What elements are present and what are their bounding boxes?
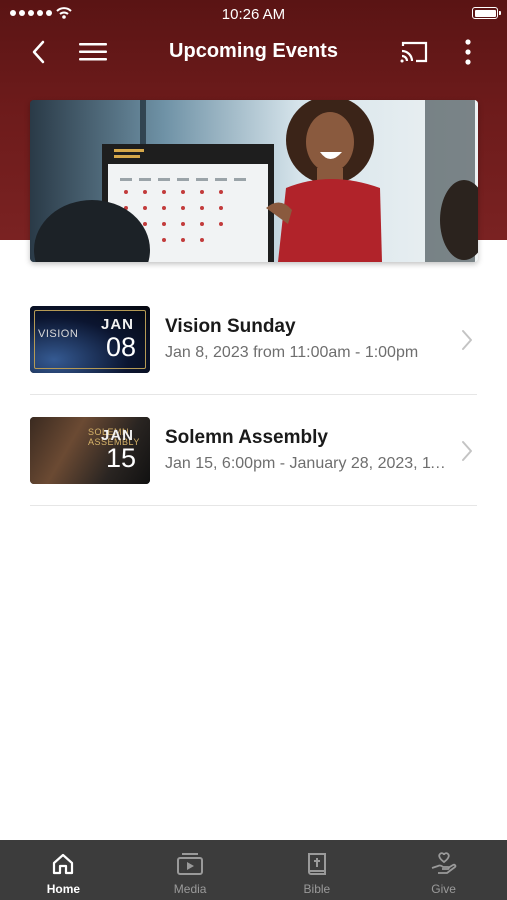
hamburger-icon <box>79 43 107 61</box>
cast-icon <box>400 41 428 63</box>
give-icon <box>431 852 456 874</box>
tab-home[interactable]: Home <box>0 840 127 900</box>
tab-give[interactable]: Give <box>380 840 507 900</box>
nav-bar: Upcoming Events <box>0 28 507 76</box>
home-icon <box>53 853 74 875</box>
event-item-vision-sunday[interactable]: VISION JAN 08 Vision Sunday Jan 8, 2023 … <box>30 284 477 395</box>
media-icon <box>177 853 204 875</box>
chevron-right-icon <box>462 330 472 350</box>
event-title: Solemn Assembly <box>165 427 328 448</box>
chevron-left-icon <box>32 40 45 64</box>
back-button[interactable] <box>22 36 54 68</box>
event-title: Vision Sunday <box>165 316 296 337</box>
tab-label: Home <box>46 882 81 896</box>
thumbnail-month: JAN <box>100 316 134 333</box>
thumbnail-day: 15 <box>105 443 136 473</box>
event-datetime: Jan 15, 6:00pm - January 28, 2023, 11:00… <box>165 455 450 472</box>
chevron-right-icon <box>462 441 472 461</box>
tab-label: Bible <box>303 882 331 896</box>
more-button[interactable] <box>452 36 484 68</box>
events-banner-image <box>30 100 478 262</box>
thumbnail-day: 08 <box>105 332 136 362</box>
bible-icon <box>307 853 326 875</box>
status-bar: 10:26 AM <box>0 0 507 28</box>
cast-button[interactable] <box>398 36 430 68</box>
tab-media[interactable]: Media <box>127 840 254 900</box>
thumbnail-month: JAN <box>100 427 134 444</box>
battery-icon <box>472 7 501 19</box>
menu-button[interactable] <box>77 36 109 68</box>
event-list: VISION JAN 08 Vision Sunday Jan 8, 2023 … <box>30 284 477 506</box>
event-thumbnail: VISION JAN 08 <box>30 306 150 373</box>
event-thumbnail: SOLEMN ASSEMBLY JAN 15 <box>30 417 150 484</box>
tab-bar: Home Media Bible Give <box>0 840 507 900</box>
event-item-solemn-assembly[interactable]: SOLEMN ASSEMBLY JAN 15 Solemn Assembly J… <box>30 395 477 506</box>
tab-label: Media <box>173 882 207 896</box>
tab-label: Give <box>431 882 456 896</box>
thumbnail-word: VISION <box>38 328 79 340</box>
more-vertical-icon <box>465 39 471 65</box>
status-time: 10:26 AM <box>221 6 286 23</box>
tab-bible[interactable]: Bible <box>254 840 381 900</box>
event-datetime: Jan 8, 2023 from 11:00am - 1:00pm <box>165 344 419 361</box>
